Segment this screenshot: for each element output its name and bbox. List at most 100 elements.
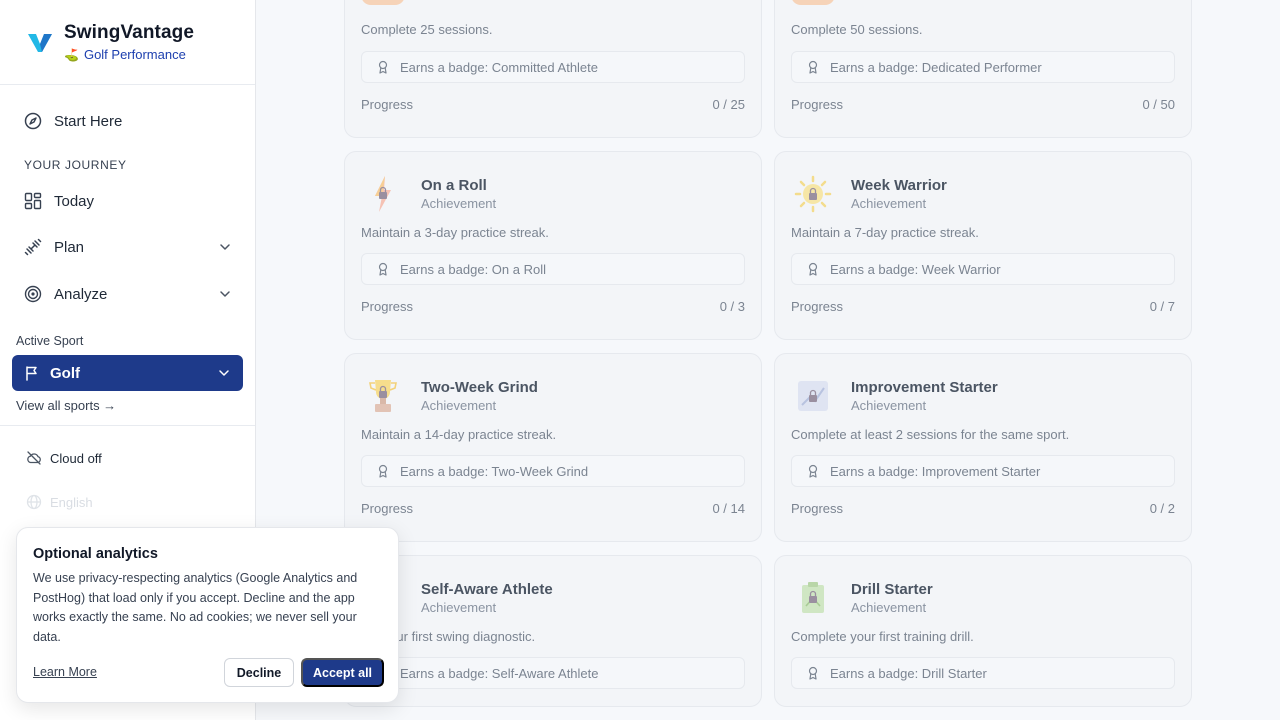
card-description: Maintain a 7-day practice streak. [791,225,979,240]
card-description: Maintain a 14-day practice streak. [361,427,557,442]
card-header: Achievement [791,0,926,5]
achievement-card-committed-athlete: Achievement Complete 25 sessions. Earns … [344,0,762,138]
sidebar-item-plan[interactable]: Plan [12,227,242,267]
card-progress: Progress 0 / 50 [791,97,1175,112]
award-ribbon-icon [376,60,390,74]
card-badge-reward: Earns a badge: On a Roll [361,253,745,285]
sidebar-item-label: Today [54,192,95,210]
card-header: Two-Week Grind Achievement [361,374,538,418]
card-description: Complete your first training drill. [791,629,974,644]
achievement-card-dedicated-performer: Achievement Complete 50 sessions. Earns … [774,0,1192,138]
progress-value: 0 / 25 [712,97,745,112]
consent-title: Optional analytics [33,546,158,562]
chevron-down-icon [220,291,230,297]
target-icon [24,285,42,303]
cloud-status[interactable]: Cloud off [26,450,102,466]
badge-text: Earns a badge: Self-Aware Athlete [400,665,599,681]
progress-value: 0 / 7 [1149,299,1175,314]
progress-value: 0 / 50 [1142,97,1175,112]
progress-label: Progress [791,501,844,516]
sidebar-item-label: Plan [54,238,85,256]
progress-label: Progress [791,97,844,112]
globe-icon [26,494,42,510]
card-header: Achievement [361,0,496,5]
language-label: English [50,494,93,510]
card-title: Improvement Starter [851,379,998,396]
sun-lock-icon [791,172,835,216]
brand-subtitle-text: Golf Performance [83,47,186,62]
badge-text: Earns a badge: On a Roll [400,261,546,277]
dumbbell-icon [24,238,42,256]
card-badge-reward: Earns a badge: Committed Athlete [361,51,745,83]
consent-body: We use privacy-respecting analytics (Goo… [33,571,358,644]
card-badge-reward: Earns a badge: Dedicated Performer [791,51,1175,83]
chevron-down-icon [219,370,229,376]
progress-value: 0 / 14 [712,501,745,516]
view-all-sports-link[interactable]: View all sports → [16,398,116,413]
sidebar-divider [0,425,255,426]
award-ribbon-icon [806,464,820,478]
active-sport-label: Active Sport [16,334,84,348]
card-type: Achievement [421,600,497,615]
cloud-status-label: Cloud off [50,450,102,466]
flag-icon [24,365,40,381]
progress-label: Progress [361,299,414,314]
card-progress: Progress 0 / 14 [361,501,745,516]
card-header: On a Roll Achievement [361,172,496,216]
achievement-card-drill-starter: Drill Starter Achievement Complete your … [774,555,1192,707]
card-type: Achievement [421,196,497,211]
card-progress: Progress 0 / 25 [361,97,745,112]
award-ribbon-icon [806,262,820,276]
sidebar-item-label: Analyze [54,285,108,303]
progress-label: Progress [791,299,844,314]
card-badge-reward: Earns a badge: Drill Starter [791,657,1175,689]
card-type: Achievement [851,398,927,413]
card-type: Achievement [851,600,927,615]
analytics-consent-banner: Optional analytics We use privacy-respec… [16,527,399,703]
achievement-badge-icon [361,0,405,5]
card-title: Self-Aware Athlete [421,581,553,598]
card-title: Two-Week Grind [421,379,538,396]
card-type: Achievement [851,196,927,211]
progress-value: 0 / 2 [1149,501,1175,516]
dashboard-grid-icon [24,192,42,210]
achievements-grid: Achievement Complete 25 sessions. Earns … [256,0,1280,720]
sidebar-item-start-here[interactable]: Start Here [12,101,242,141]
card-progress: Progress 0 / 7 [791,299,1175,314]
badge-text: Earns a badge: Two-Week Grind [400,463,589,479]
lightning-lock-icon [361,172,405,216]
progress-label: Progress [361,501,414,516]
card-badge-reward: Earns a badge: Week Warrior [791,253,1175,285]
golf-flag-icon: ⛳ [64,47,79,62]
card-badge-reward: Earns a badge: Two-Week Grind [361,455,745,487]
card-badge-reward: Earns a badge: Improvement Starter [791,455,1175,487]
section-label-journey: YOUR JOURNEY [24,158,127,172]
language-selector[interactable]: English [26,494,93,510]
badge-text: Earns a badge: Dedicated Performer [830,59,1042,75]
achievement-card-improvement-starter: Improvement Starter Achievement Complete… [774,353,1192,542]
card-progress: Progress 0 / 2 [791,501,1175,516]
brand-subtitle: ⛳ Golf Performance [64,47,194,62]
chevron-down-icon [220,244,230,250]
achievement-card-self-aware-athlete: Self-Aware Athlete Achievement ete your … [344,555,762,707]
active-sport-value: Golf [50,364,80,382]
active-sport-select[interactable]: Golf [12,355,243,391]
card-progress: Progress 0 / 3 [361,299,745,314]
learn-more-link[interactable]: Learn More [33,665,97,679]
accept-all-button[interactable]: Accept all [301,658,384,687]
badge-text: Earns a badge: Improvement Starter [830,463,1041,479]
decline-button[interactable]: Decline [224,658,294,687]
award-ribbon-icon [376,262,390,276]
sidebar-item-analyze[interactable]: Analyze [12,274,242,314]
progress-label: Progress [361,97,414,112]
achievement-card-week-warrior: Week Warrior Achievement Maintain a 7-da… [774,151,1192,340]
card-description: Complete 25 sessions. [361,22,493,37]
card-description: Complete 50 sessions. [791,22,923,37]
brand[interactable]: SwingVantage ⛳ Golf Performance [0,0,255,85]
brand-title: SwingVantage [64,22,195,43]
sidebar-item-today[interactable]: Today [12,181,242,221]
badge-text: Earns a badge: Drill Starter [830,665,987,681]
card-header: Drill Starter Achievement [791,576,933,620]
clipboard-lock-icon [791,576,835,620]
card-description: Complete at least 2 sessions for the sam… [791,427,1070,442]
